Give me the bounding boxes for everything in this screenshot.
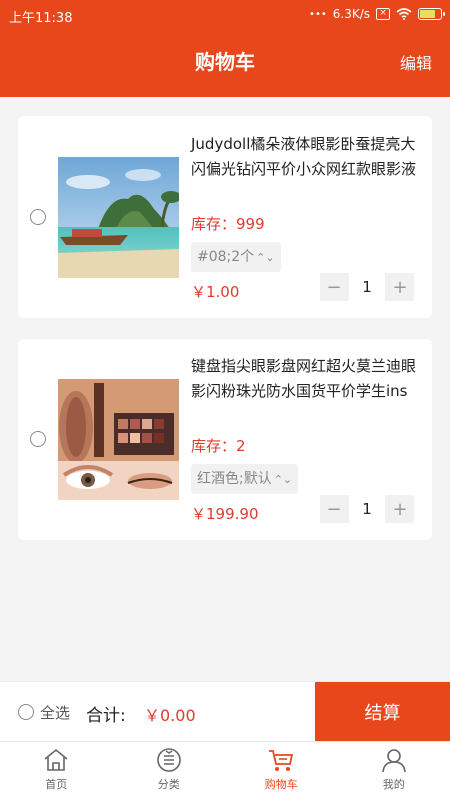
spec-label: 红酒色;默认 — [197, 471, 272, 487]
item-select-radio[interactable] — [30, 431, 46, 447]
battery-icon — [418, 8, 445, 20]
tab-label: 分类 — [157, 778, 180, 791]
product-image[interactable] — [58, 379, 179, 500]
spec-toggle-icon: ⌃⌄ — [256, 251, 275, 264]
spec-toggle-icon: ⌃⌄ — [273, 473, 293, 486]
quantity-stepper: − 1 + — [320, 495, 414, 523]
tab-label: 首页 — [45, 778, 68, 791]
product-spec-selector[interactable]: 红酒色;默认 ⌃⌄ — [191, 464, 299, 494]
product-stock: 库存：2 — [191, 437, 246, 455]
spec-label: #08;2个 — [197, 249, 255, 265]
product-price: ￥199.90 — [191, 505, 259, 523]
tab-label: 我的 — [382, 778, 405, 791]
quantity-value[interactable]: 1 — [348, 495, 386, 523]
total-value: ￥0.00 — [144, 706, 196, 725]
status-time: 上午11:38 — [9, 11, 73, 26]
product-image[interactable] — [58, 157, 179, 278]
tab-profile[interactable]: 我的 — [338, 742, 450, 800]
status-indicators: ••• 6.3K/s × — [309, 7, 445, 21]
cart-icon — [269, 750, 294, 771]
network-speed: 6.3K/s — [332, 7, 370, 21]
dots-icon: ••• — [309, 8, 327, 20]
settle-button[interactable]: 结算 — [315, 682, 450, 742]
tab-label: 购物车 — [264, 778, 298, 791]
product-spec-selector[interactable]: #08;2个 ⌃⌄ — [191, 242, 281, 272]
increase-button[interactable]: + — [386, 273, 414, 301]
total-label: 合计: — [86, 706, 126, 726]
tab-home[interactable]: 首页 — [0, 742, 113, 800]
product-stock: 库存：999 — [191, 215, 265, 233]
quantity-stepper: − 1 + — [320, 273, 414, 301]
checkout-bar: 全选 合计: ￥0.00 结算 — [0, 681, 450, 742]
cart-item-card: Judydoll橘朵液体眼影卧蚕提亮大闪偏光钻闪平价小众网红款眼影液 库存：99… — [18, 116, 432, 318]
item-select-radio[interactable] — [30, 209, 46, 225]
profile-icon — [381, 749, 406, 773]
bottom-tab-bar: 首页 分类 购物车 我的 — [0, 741, 450, 800]
tab-category[interactable]: 分类 — [113, 742, 226, 800]
product-price: ￥1.00 — [191, 283, 240, 301]
app-header: 上午11:38 ••• 6.3K/s × 购物车 编辑 — [0, 0, 450, 97]
product-name[interactable]: Judydoll橘朵液体眼影卧蚕提亮大闪偏光钻闪平价小众网红款眼影液 — [191, 132, 419, 182]
edit-button[interactable]: 编辑 — [400, 50, 432, 74]
decrease-button[interactable]: − — [320, 273, 348, 301]
decrease-button[interactable]: − — [320, 495, 348, 523]
wifi-icon — [396, 8, 412, 20]
no-sim-icon: × — [376, 8, 390, 20]
page-title: 购物车 — [195, 50, 255, 74]
increase-button[interactable]: + — [386, 495, 414, 523]
quantity-value[interactable]: 1 — [348, 273, 386, 301]
home-icon — [44, 748, 68, 771]
status-bar: 上午11:38 ••• 6.3K/s × — [0, 0, 450, 30]
select-all-radio[interactable] — [18, 704, 34, 720]
category-icon — [156, 748, 181, 772]
tab-cart[interactable]: 购物车 — [225, 742, 338, 800]
product-name[interactable]: 键盘指尖眼影盘网红超火莫兰迪眼影闪粉珠光防水国货平价学生ins — [191, 354, 419, 404]
select-all-label[interactable]: 全选 — [40, 702, 70, 723]
cart-item-card: 键盘指尖眼影盘网红超火莫兰迪眼影闪粉珠光防水国货平价学生ins 库存：2 红酒色… — [18, 339, 432, 540]
